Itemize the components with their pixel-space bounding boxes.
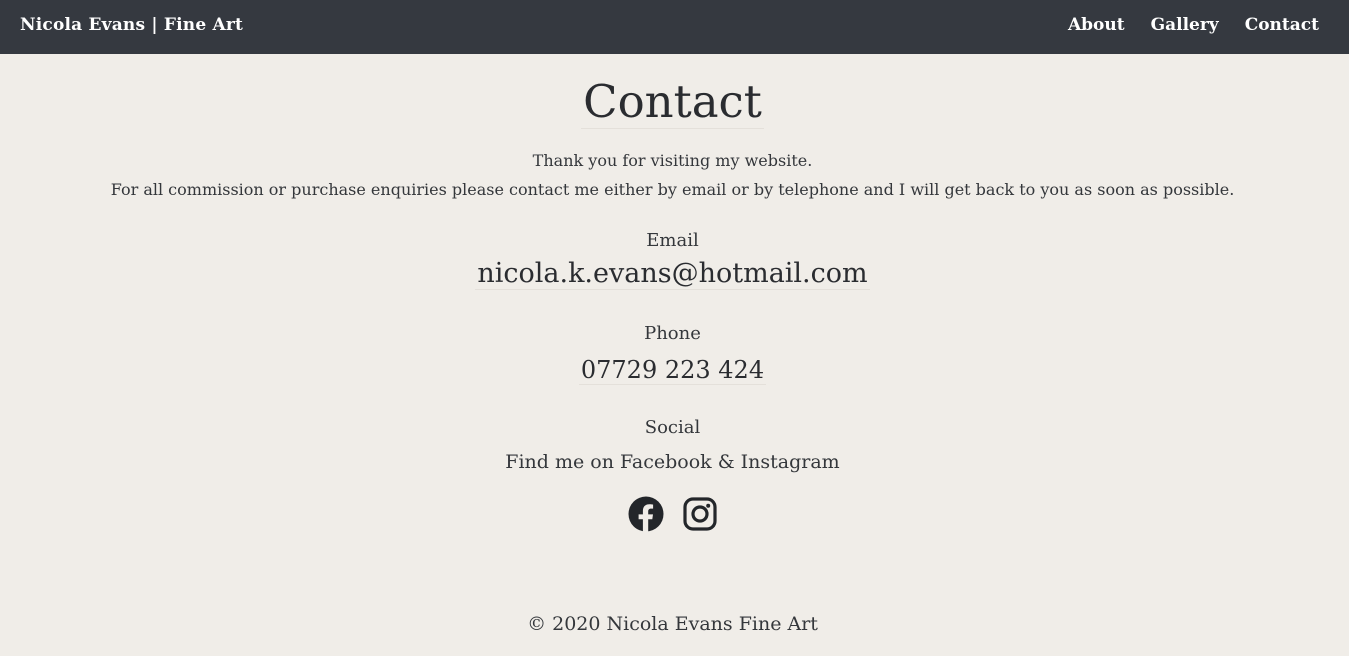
social-icons xyxy=(0,495,1345,533)
nav-link-gallery[interactable]: Gallery xyxy=(1151,15,1219,35)
phone-value: 07729 223 424 xyxy=(0,354,1345,386)
social-text: Find me on Facebook & Instagram xyxy=(505,451,840,473)
email-value: nicola.k.evans@hotmail.com xyxy=(0,258,1345,290)
brand-link[interactable]: Nicola Evans | Fine Art xyxy=(20,15,243,35)
nav-link-contact[interactable]: Contact xyxy=(1245,15,1319,35)
social-label: Social xyxy=(644,417,701,438)
facebook-icon[interactable] xyxy=(628,495,664,533)
top-navbar: Nicola Evans | Fine Art About Gallery Co… xyxy=(0,0,1349,54)
page-title: Contact xyxy=(0,75,1345,129)
intro-text-1: Thank you for visiting my website. xyxy=(532,151,813,170)
footer-copyright: © 2020 Nicola Evans Fine Art xyxy=(527,613,818,635)
phone-label: Phone xyxy=(644,323,701,344)
email-label: Email xyxy=(646,230,699,251)
phone-link[interactable]: 07729 223 424 xyxy=(578,356,767,385)
page-title-text: Contact xyxy=(581,75,764,129)
email-link[interactable]: nicola.k.evans@hotmail.com xyxy=(475,258,870,290)
intro-text-2: For all commission or purchase enquiries… xyxy=(110,180,1235,199)
nav-links: About Gallery Contact xyxy=(1068,15,1319,35)
instagram-icon[interactable] xyxy=(682,495,718,533)
nav-link-about[interactable]: About xyxy=(1068,15,1125,35)
